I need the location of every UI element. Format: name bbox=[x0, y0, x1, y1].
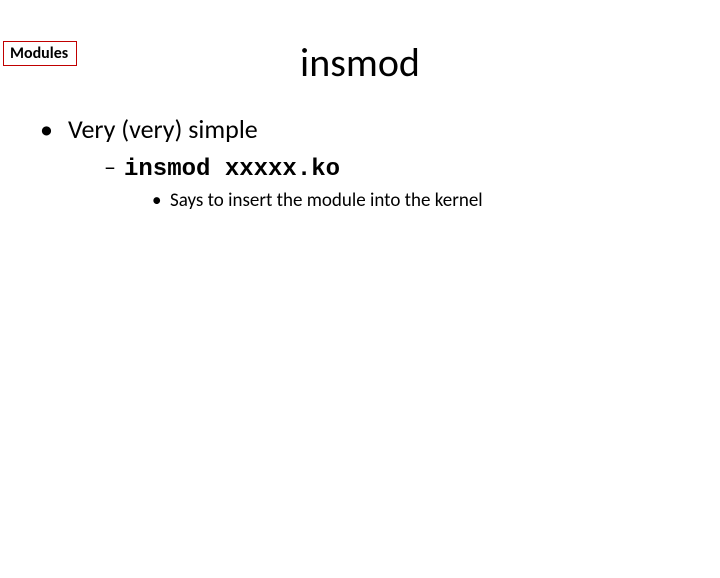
bullet-level3: •Says to insert the module into the kern… bbox=[152, 189, 720, 212]
slide-content: •Very (very) simple –insmod xxxxx.ko •Sa… bbox=[0, 113, 720, 212]
dash-icon: – bbox=[104, 153, 124, 182]
bullet3-text: Says to insert the module into the kerne… bbox=[170, 189, 483, 212]
category-tag: Modules bbox=[3, 41, 77, 66]
bullet-level1: •Very (very) simple bbox=[40, 113, 720, 145]
bullet1-text: Very (very) simple bbox=[68, 113, 258, 145]
bullet-dot-icon: • bbox=[40, 113, 68, 145]
bullet-level2: –insmod xxxxx.ko bbox=[104, 153, 720, 183]
bullet2-code: insmod xxxxx.ko bbox=[124, 156, 340, 183]
bullet-dot-icon: • bbox=[152, 189, 170, 212]
slide-title: insmod bbox=[0, 38, 720, 87]
